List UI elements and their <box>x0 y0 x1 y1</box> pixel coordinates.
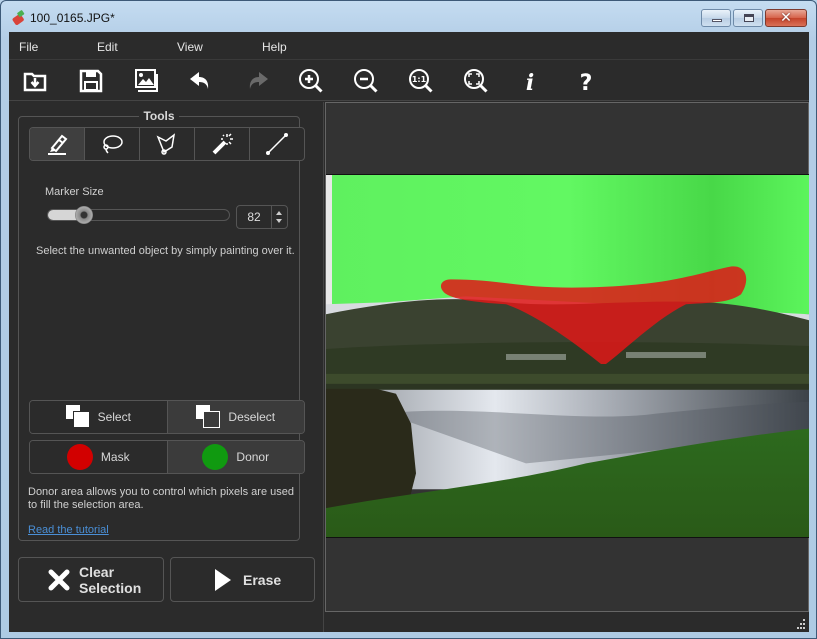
window-title: 100_0165.JPG* <box>30 11 115 25</box>
clear-selection-button[interactable]: Clear Selection <box>18 557 164 602</box>
zoom-out-button[interactable] <box>350 65 382 97</box>
undo-button[interactable] <box>185 65 217 97</box>
select-button[interactable]: Select <box>30 401 168 433</box>
svg-text:?: ? <box>580 71 593 94</box>
image-gallery-icon <box>135 69 158 92</box>
menu-view[interactable]: View <box>177 40 203 54</box>
marker-size-label: Marker Size <box>45 186 104 198</box>
help-icon: ? <box>580 71 593 94</box>
app-window: 100_0165.JPG* ✕ File Edit View Help 1:1 … <box>0 0 817 639</box>
polygon-lasso-icon <box>156 133 176 155</box>
minimize-button[interactable] <box>701 9 731 27</box>
mask-button[interactable]: Mask <box>30 441 168 473</box>
fit-window-button[interactable] <box>460 65 492 97</box>
tools-title: Tools <box>139 109 179 123</box>
client-area: File Edit View Help 1:1 i ? Tools Marker… <box>9 32 809 632</box>
info-button[interactable]: i <box>514 65 546 97</box>
deselect-button[interactable]: Deselect <box>167 401 304 433</box>
marker-size-spinbox[interactable]: 82 <box>236 205 288 229</box>
menu-file[interactable]: File <box>19 40 38 54</box>
maximize-button[interactable] <box>733 9 763 27</box>
menu-help[interactable]: Help <box>262 40 287 54</box>
svg-text:i: i <box>526 70 534 94</box>
line-icon <box>266 133 288 155</box>
minimize-icon <box>712 19 722 22</box>
actual-size-button[interactable]: 1:1 <box>405 65 437 97</box>
clear-x-icon <box>48 569 70 590</box>
tool-marker[interactable] <box>30 128 85 160</box>
close-button[interactable]: ✕ <box>765 9 807 27</box>
svg-text:1:1: 1:1 <box>412 75 427 84</box>
open-button[interactable] <box>19 65 51 97</box>
tutorial-link[interactable]: Read the tutorial <box>28 524 109 536</box>
slider-handle[interactable] <box>75 206 94 224</box>
donor-label: Donor <box>236 450 270 464</box>
donor-button[interactable]: Donor <box>167 441 304 473</box>
zoom-out-icon <box>354 69 378 93</box>
donor-color-icon <box>202 444 229 470</box>
zoom-1to1-icon: 1:1 <box>409 69 433 93</box>
tool-line[interactable] <box>250 128 304 160</box>
help-button[interactable]: ? <box>570 65 602 97</box>
mask-label: Mask <box>100 450 130 464</box>
menu-edit[interactable]: Edit <box>97 40 118 54</box>
lasso-icon <box>103 135 123 154</box>
title-bar[interactable]: 100_0165.JPG* ✕ <box>1 1 816 33</box>
status-bar <box>325 612 809 632</box>
save-disk-icon <box>79 69 103 93</box>
erase-button[interactable]: Erase <box>170 557 315 602</box>
toolbar: 1:1 i ? <box>9 61 809 101</box>
deselect-icon <box>196 405 221 429</box>
play-arrow-icon <box>215 568 231 591</box>
menu-bar: File Edit View Help <box>9 32 809 60</box>
select-label: Select <box>97 410 131 424</box>
clear-label-line2: Selection <box>79 579 142 596</box>
tool-magic-wand[interactable] <box>195 128 250 160</box>
marker-size-value[interactable]: 82 <box>237 210 271 224</box>
spin-arrows <box>271 206 287 228</box>
tool-lasso[interactable] <box>85 128 140 160</box>
redo-arrow-icon <box>249 72 268 89</box>
marker-size-slider[interactable] <box>47 206 230 224</box>
zoom-fit-icon <box>464 69 488 93</box>
deselect-label: Deselect <box>228 410 276 424</box>
spin-up-icon[interactable] <box>276 211 282 215</box>
app-icon <box>12 10 25 25</box>
select-icon <box>65 405 90 429</box>
open-folder-icon <box>23 72 47 92</box>
maximize-icon <box>744 14 754 22</box>
donor-description: Donor area allows you to control which p… <box>28 486 294 511</box>
magic-wand-icon <box>212 133 233 155</box>
tool-strip <box>29 127 305 161</box>
zoom-in-icon <box>299 69 323 93</box>
undo-arrow-icon <box>190 72 209 89</box>
zoom-in-button[interactable] <box>295 65 327 97</box>
left-panel: Tools Marker Size 82 Select the unwanted… <box>9 102 324 632</box>
mask-color-icon <box>66 444 93 470</box>
redo-button[interactable] <box>241 65 273 97</box>
save-button[interactable] <box>75 65 107 97</box>
images-button[interactable] <box>131 65 163 97</box>
area-type-toggle: Mask Donor <box>29 440 305 474</box>
marker-icon <box>48 134 68 155</box>
spin-down-icon[interactable] <box>276 219 282 223</box>
image-canvas[interactable] <box>325 102 809 612</box>
resize-grip-icon[interactable] <box>795 619 805 629</box>
tool-polygon-lasso[interactable] <box>140 128 195 160</box>
close-icon: ✕ <box>780 9 792 25</box>
selection-mode-toggle: Select Deselect <box>29 400 305 434</box>
clear-label-line1: Clear <box>79 563 115 580</box>
tools-group: Tools Marker Size 82 Select the unwanted… <box>18 109 305 541</box>
tool-hint: Select the unwanted object by simply pai… <box>36 245 295 257</box>
erase-label: Erase <box>243 571 282 588</box>
info-icon: i <box>526 70 534 94</box>
photo-view[interactable] <box>326 174 809 538</box>
